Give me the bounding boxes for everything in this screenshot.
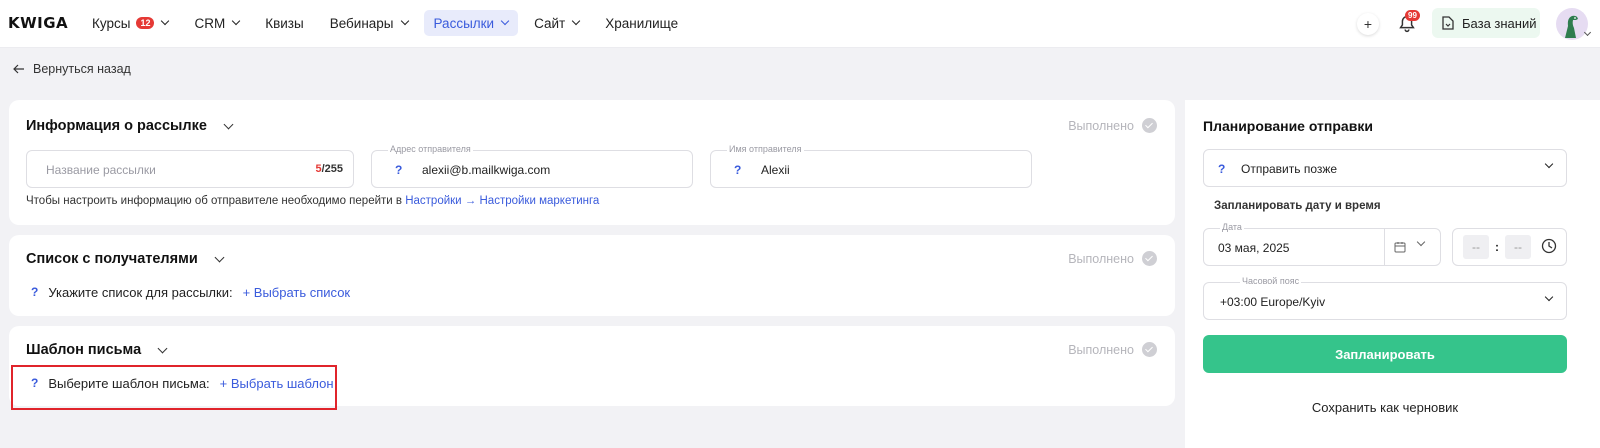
back-link[interactable]: Вернуться назад — [13, 62, 131, 76]
chevron-down-icon — [157, 343, 168, 353]
knowledge-base-button[interactable]: База знаний — [1432, 8, 1540, 38]
help-icon[interactable]: ? — [734, 163, 741, 177]
nav-label: CRM — [194, 15, 226, 31]
nav-label: Вебинары — [329, 15, 394, 31]
nav-label: Хранилище — [605, 15, 679, 31]
chevron-down-icon — [1544, 292, 1554, 302]
avatar[interactable] — [1556, 8, 1588, 40]
section-toggle[interactable]: Список с получателями — [26, 251, 225, 267]
status-badge: Выполнено — [1068, 342, 1157, 357]
date-value: 03 мая, 2025 — [1218, 241, 1290, 255]
nav-label: Курсы — [92, 15, 131, 31]
field-label: Имя отправителя — [727, 144, 804, 154]
help-icon[interactable]: ? — [395, 163, 402, 177]
status-badge: Выполнено — [1068, 118, 1157, 133]
document-icon — [1442, 16, 1454, 30]
chevron-down-icon[interactable] — [1583, 28, 1592, 37]
highlight-box — [11, 365, 337, 410]
mailing-info-card: Информация о рассылке Выполнено Название… — [9, 100, 1175, 225]
schedule-panel: Планирование отправки ? Отправить позже … — [1185, 100, 1600, 448]
calendar-icon[interactable] — [1394, 241, 1406, 253]
hint-text: Чтобы настроить информацию об отправител… — [26, 195, 403, 207]
sender-name-field[interactable]: Имя отправителя ? Alexii — [710, 144, 1032, 188]
date-divider — [1384, 229, 1385, 265]
nav-label: Квизы — [265, 15, 304, 31]
recipients-prompt: Укажите список для рассылки: — [48, 285, 233, 300]
notifications-badge: 99 — [1405, 10, 1420, 21]
section-title: Список с получателями — [26, 251, 198, 267]
time-separator: : — [1495, 240, 1499, 254]
save-draft-button[interactable]: Сохранить как черновик — [1203, 400, 1567, 415]
dinosaur-avatar-icon — [1565, 15, 1578, 39]
nav-item-site[interactable]: Сайт — [524, 10, 589, 36]
back-label: Вернуться назад — [33, 62, 131, 76]
chevron-down-icon — [400, 16, 409, 26]
status-label: Выполнено — [1068, 118, 1134, 133]
minutes-input[interactable]: -- — [1505, 235, 1531, 259]
mailing-name-placeholder: Название рассылки — [46, 163, 156, 177]
status-label: Выполнено — [1068, 251, 1134, 266]
help-icon[interactable]: ? — [1218, 162, 1225, 176]
nav-item-mailings[interactable]: Рассылки — [423, 10, 519, 36]
chevron-down-icon — [223, 119, 234, 129]
timezone-value: +03:00 Europe/Kyiv — [1220, 295, 1326, 309]
check-circle-icon — [1142, 251, 1157, 266]
chevron-down-icon — [214, 252, 225, 262]
chevron-down-icon — [571, 16, 581, 26]
chevron-down-icon — [161, 16, 170, 26]
counter-max: /255 — [321, 163, 343, 175]
sender-name-value: Alexii — [761, 163, 790, 177]
arrow-left-icon — [13, 64, 24, 74]
sender-address-value: alexii@b.mailkwiga.com — [422, 163, 551, 177]
check-circle-icon — [1142, 118, 1157, 133]
select-list-link[interactable]: + Выбрать список — [243, 285, 351, 300]
courses-count-badge: 12 — [136, 17, 155, 29]
main-nav: Курсы 12 CRM Квизы Вебинары Рассылки Сай… — [82, 10, 688, 38]
date-picker[interactable]: Дата 03 мая, 2025 — [1203, 222, 1441, 266]
sender-settings-hint: Чтобы настроить информацию об отправител… — [26, 195, 599, 207]
nav-item-storage[interactable]: Хранилище — [595, 10, 688, 36]
recipients-card: Список с получателями Выполнено ? Укажит… — [9, 235, 1175, 316]
schedule-button[interactable]: Запланировать — [1203, 335, 1567, 373]
clock-icon[interactable] — [1541, 238, 1557, 254]
nav-item-courses[interactable]: Курсы 12 — [82, 10, 178, 36]
nav-item-webinars[interactable]: Вебинары — [320, 10, 418, 36]
chevron-down-icon — [500, 16, 510, 26]
mailing-name-input[interactable]: Название рассылки 5/255 — [26, 150, 354, 188]
status-badge: Выполнено — [1068, 251, 1157, 266]
section-toggle[interactable]: Информация о рассылке — [26, 118, 234, 134]
field-label: Часовой пояс — [1240, 276, 1302, 286]
field-label: Дата — [1220, 222, 1244, 232]
character-counter: 5/255 — [315, 163, 343, 175]
sender-address-field[interactable]: Адрес отправителя ? alexii@b.mailkwiga.c… — [371, 144, 693, 188]
datetime-label: Запланировать дату и время — [1214, 200, 1381, 212]
send-mode-value: Отправить позже — [1241, 162, 1338, 176]
section-title: Шаблон письма — [26, 342, 142, 358]
top-navigation: KWIGA Курсы 12 CRM Квизы Вебинары Рассыл… — [0, 0, 1600, 48]
time-picker[interactable]: -- : -- — [1452, 228, 1567, 266]
help-icon[interactable]: ? — [31, 285, 38, 300]
nav-label: Сайт — [534, 15, 566, 31]
nav-item-quizzes[interactable]: Квизы — [255, 10, 313, 36]
send-mode-select[interactable]: ? Отправить позже — [1203, 149, 1567, 187]
recipients-row: ? Укажите список для рассылки: + Выбрать… — [31, 285, 350, 300]
marketing-settings-link[interactable]: Настройки → Настройки маркетинга — [405, 195, 599, 207]
section-title: Информация о рассылке — [26, 118, 207, 134]
plus-icon[interactable]: + — [1357, 13, 1379, 35]
field-label: Адрес отправителя — [388, 144, 473, 154]
schedule-title: Планирование отправки — [1203, 118, 1373, 134]
knowledge-base-label: База знаний — [1462, 15, 1537, 31]
chevron-down-icon[interactable] — [1416, 237, 1426, 247]
logo[interactable]: KWIGA — [8, 14, 68, 32]
nav-item-crm[interactable]: CRM — [184, 10, 249, 36]
timezone-select[interactable]: Часовой пояс +03:00 Europe/Kyiv — [1203, 276, 1567, 320]
chevron-down-icon — [231, 16, 241, 26]
status-label: Выполнено — [1068, 342, 1134, 357]
section-toggle[interactable]: Шаблон письма — [26, 342, 168, 358]
nav-label: Рассылки — [433, 15, 495, 31]
check-circle-icon — [1142, 342, 1157, 357]
hours-input[interactable]: -- — [1463, 235, 1489, 259]
chevron-down-icon — [1544, 159, 1554, 169]
